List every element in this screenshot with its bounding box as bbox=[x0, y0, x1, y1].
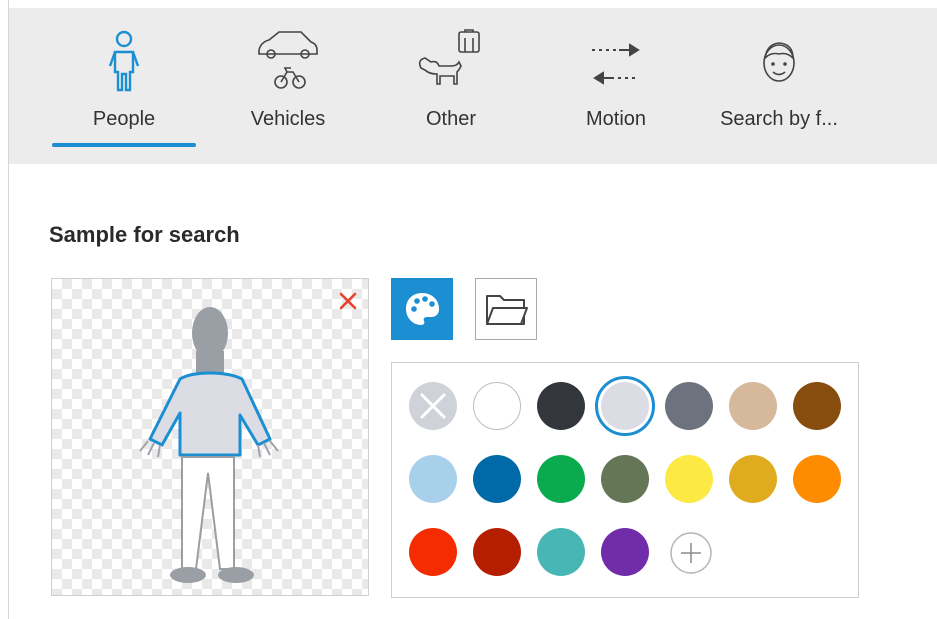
person-icon bbox=[108, 30, 140, 92]
active-tab-indicator bbox=[52, 143, 196, 147]
open-file-button[interactable] bbox=[475, 278, 537, 340]
tab-label: Other bbox=[425, 108, 477, 130]
plus-circle-icon[interactable] bbox=[667, 529, 715, 577]
color-palette-button[interactable] bbox=[391, 278, 453, 340]
color-swatch[interactable] bbox=[793, 382, 841, 430]
tab-people[interactable]: People bbox=[52, 8, 196, 164]
color-swatch-panel bbox=[391, 362, 859, 598]
face-icon bbox=[763, 42, 795, 82]
color-swatch[interactable] bbox=[537, 382, 585, 430]
person-figure-icon bbox=[139, 307, 279, 583]
tab-label: People bbox=[92, 108, 156, 130]
motion-arrows-icon bbox=[592, 43, 640, 85]
sample-section-title: Sample for search bbox=[49, 222, 240, 247]
folder-icon bbox=[486, 295, 528, 325]
tab-search-by-face[interactable]: Search by f... bbox=[707, 8, 851, 164]
tab-label: Search by f... bbox=[720, 108, 838, 130]
color-swatch[interactable] bbox=[537, 455, 585, 503]
no-color-swatch[interactable] bbox=[409, 382, 457, 430]
color-swatch[interactable] bbox=[729, 382, 777, 430]
color-swatch[interactable] bbox=[409, 455, 457, 503]
color-swatch[interactable] bbox=[601, 528, 649, 576]
color-swatch[interactable] bbox=[473, 528, 521, 576]
color-swatch[interactable] bbox=[729, 455, 777, 503]
tab-label: Motion bbox=[585, 108, 647, 130]
palette-icon bbox=[406, 293, 439, 325]
vehicles-icon bbox=[258, 31, 318, 89]
color-swatch[interactable] bbox=[601, 455, 649, 503]
color-swatch[interactable] bbox=[665, 382, 713, 430]
color-swatch[interactable] bbox=[665, 455, 713, 503]
tab-motion[interactable]: Motion bbox=[544, 8, 688, 164]
sample-image-area bbox=[51, 278, 369, 596]
tab-label: Vehicles bbox=[250, 108, 326, 130]
color-swatch[interactable] bbox=[793, 455, 841, 503]
color-swatch[interactable] bbox=[537, 528, 585, 576]
color-swatch[interactable] bbox=[473, 382, 521, 430]
color-swatch[interactable] bbox=[595, 376, 655, 436]
close-icon[interactable] bbox=[338, 291, 358, 311]
color-swatch[interactable] bbox=[473, 455, 521, 503]
tab-vehicles[interactable]: Vehicles bbox=[216, 8, 360, 164]
no-color-icon bbox=[419, 392, 447, 420]
color-swatch[interactable] bbox=[409, 528, 457, 576]
dog-luggage-icon bbox=[418, 29, 480, 85]
object-type-tabbar: People Vehicles Other Motion Search by f… bbox=[9, 8, 937, 164]
tab-other[interactable]: Other bbox=[379, 8, 523, 164]
